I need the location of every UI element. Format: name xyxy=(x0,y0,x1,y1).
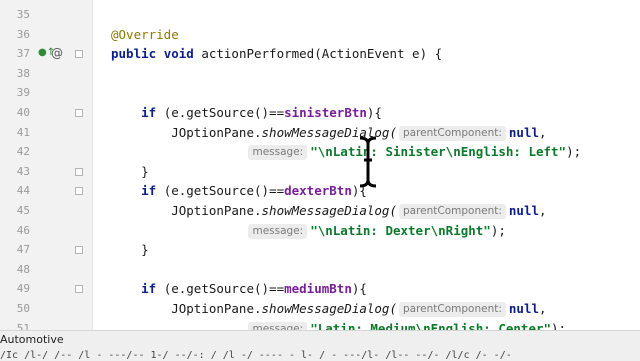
fold-marker-icon[interactable] xyxy=(75,187,83,196)
code-line[interactable]: 40 if (e.getSource()==sinisterBtn){ xyxy=(0,103,640,123)
parameter-hint: message: xyxy=(248,223,308,239)
code-token: } xyxy=(111,163,149,179)
code-token: , xyxy=(539,124,547,140)
code-line[interactable]: 38 xyxy=(0,64,640,84)
code-token: JOptionPane. xyxy=(111,124,262,140)
line-number: 35 xyxy=(16,8,30,21)
code-token: ); xyxy=(490,222,506,238)
code-line[interactable]: 36 @Override xyxy=(0,25,640,45)
code-token: if xyxy=(111,281,164,297)
line-number: 43 xyxy=(16,164,30,178)
text-cursor-icon xyxy=(359,136,377,188)
line-number: 49 xyxy=(16,282,30,296)
code-line[interactable]: 37 ●↑ @ public void actionPerformed(ActionE… xyxy=(0,44,640,64)
line-number: 37 xyxy=(16,47,30,61)
code-token: null xyxy=(508,124,540,140)
code-text: @Override xyxy=(111,25,179,45)
code-token: } xyxy=(111,242,149,258)
code-token: mediumBtn xyxy=(284,281,352,297)
code-line[interactable]: 41 JOptionPane.showMessageDialog(parentC… xyxy=(0,123,640,143)
code-token: JOptionPane. xyxy=(111,203,262,218)
code-token: @Override xyxy=(111,26,179,42)
code-line[interactable]: 39 xyxy=(0,83,640,103)
line-number: 48 xyxy=(16,262,30,276)
code-token: ){ xyxy=(351,281,367,297)
code-text: public void actionPerformed(ActionEvent … xyxy=(111,44,442,64)
parameter-hint: parentComponent: xyxy=(398,302,506,317)
line-number: 39 xyxy=(16,86,30,100)
parameter-hint: parentComponent: xyxy=(398,125,506,141)
code-token: dexterBtn xyxy=(284,183,352,199)
code-line[interactable]: 50 JOptionPane.showMessageDialog(parentC… xyxy=(0,299,640,319)
code-text: } xyxy=(111,162,149,182)
code-token: "\nLatin: Sinister\nEnglish: Left" xyxy=(310,144,567,160)
code-line[interactable]: 48 xyxy=(0,260,640,280)
line-number: 50 xyxy=(16,302,30,315)
code-token: (e.getSource()== xyxy=(163,281,285,297)
code-token: actionPerformed(ActionEvent e) { xyxy=(201,46,443,62)
line-number: 47 xyxy=(16,243,30,257)
code-text: if (e.getSource()==mediumBtn){ xyxy=(111,279,367,299)
code-token: (e.getSource()== xyxy=(163,183,285,199)
code-text: JOptionPane.showMessageDialog(parentComp… xyxy=(111,123,547,143)
code-text: message: "\nLatin: Sinister\nEnglish: Lef… xyxy=(111,142,581,162)
line-number: 44 xyxy=(16,184,30,198)
code-token: if xyxy=(111,105,164,120)
line-number: 36 xyxy=(16,27,30,41)
at-annotation-icon[interactable]: @ xyxy=(51,46,63,60)
code-text: if (e.getSource()==dexterBtn){ xyxy=(111,181,367,201)
fold-marker-icon[interactable] xyxy=(75,285,83,294)
fold-marker-icon[interactable] xyxy=(75,50,83,59)
line-number: 46 xyxy=(16,223,30,237)
status-bar: Automotive /Ic /l-/ /-- /l - ---/-- 1-/ … xyxy=(0,330,640,361)
code-token: (e.getSource()== xyxy=(163,105,285,120)
code-token: ){ xyxy=(366,105,382,120)
code-text: message: "\nLatin: Dexter\nRight"); xyxy=(111,221,506,241)
code-line[interactable]: 49 if (e.getSource()==mediumBtn){ xyxy=(0,279,640,299)
code-token: null xyxy=(508,301,540,316)
code-line[interactable]: 35 xyxy=(0,5,640,25)
status-scroll-text: /Ic /l-/ /-- /l - ---/-- 1-/ --/-: / /l … xyxy=(0,350,512,361)
code-line[interactable]: 46 message: "\nLatin: Dexter\nRight"); xyxy=(0,221,640,241)
code-text: JOptionPane.showMessageDialog(parentComp… xyxy=(111,299,547,319)
parameter-hint: parentComponent: xyxy=(398,204,506,219)
code-text: JOptionPane.showMessageDialog(parentComp… xyxy=(111,201,547,221)
code-token: public xyxy=(111,46,164,62)
code-line[interactable]: 45 JOptionPane.showMessageDialog(parentC… xyxy=(0,201,640,221)
code-token: , xyxy=(539,301,547,316)
code-text: if (e.getSource()==sinisterBtn){ xyxy=(111,103,382,123)
line-number: 38 xyxy=(16,66,30,80)
code-token: showMessageDialog( xyxy=(261,301,397,316)
fold-marker-icon[interactable] xyxy=(75,246,83,255)
code-line[interactable]: 44 if (e.getSource()==dexterBtn){ xyxy=(0,181,640,201)
line-number: 41 xyxy=(16,125,30,139)
code-token: ); xyxy=(566,144,582,160)
code-token: JOptionPane. xyxy=(111,301,262,316)
code-token: if xyxy=(111,183,164,199)
code-token: , xyxy=(539,203,547,218)
line-number: 45 xyxy=(16,204,30,217)
line-number: 42 xyxy=(16,145,30,159)
code-token: sinisterBtn xyxy=(284,105,367,120)
code-token: showMessageDialog( xyxy=(261,203,397,218)
code-text: } xyxy=(111,240,149,260)
code-line[interactable]: 43 } xyxy=(0,162,640,182)
code-token: null xyxy=(508,203,540,218)
fold-marker-icon[interactable] xyxy=(75,109,83,117)
code-line[interactable]: 42 message: "\nLatin: Sinister\nEnglish: … xyxy=(0,142,640,162)
parameter-hint: message: xyxy=(248,145,308,161)
code-token: void xyxy=(163,46,202,62)
line-number: 40 xyxy=(16,106,30,119)
fold-marker-icon[interactable] xyxy=(75,167,83,176)
code-line[interactable]: 47 } xyxy=(0,240,640,260)
status-label: Automotive xyxy=(0,333,64,346)
code-token: "\nLatin: Dexter\nRight" xyxy=(310,222,491,238)
